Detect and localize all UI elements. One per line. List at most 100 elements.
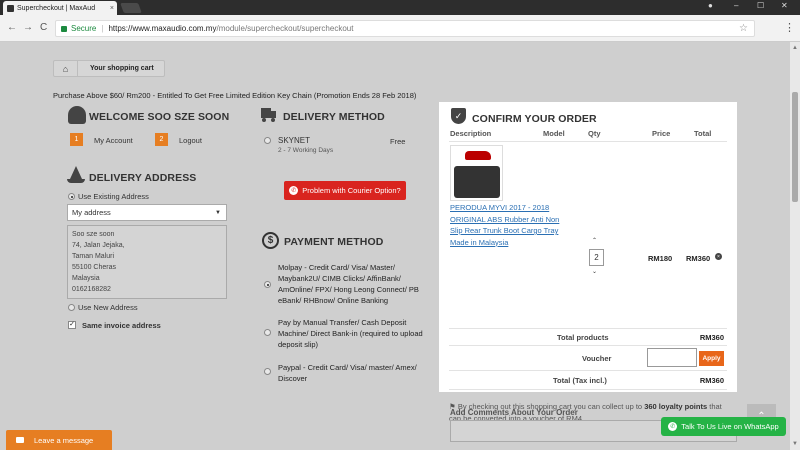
- promo-text: Purchase Above $60/ Rm200 - Entitled To …: [53, 91, 417, 100]
- comments-title: Add Comments About Your Order: [450, 408, 578, 417]
- browser-tabstrip: Supercheckout | MaxAud × ● – ☐ ✕: [0, 0, 800, 15]
- delivery-address-title: DELIVERY ADDRESS: [89, 172, 197, 184]
- paypal-radio[interactable]: [264, 368, 271, 375]
- account-number-badge: 1: [70, 133, 83, 146]
- whatsapp-chat-button[interactable]: ✆ Talk To Us Live on WhatsApp: [661, 417, 786, 436]
- divider: [449, 389, 727, 390]
- browser-menu-icon[interactable]: ⋮: [784, 21, 795, 34]
- scroll-up-icon[interactable]: ▲: [792, 45, 798, 51]
- total-products-label: Total products: [557, 333, 609, 342]
- scroll-thumb[interactable]: [792, 92, 798, 202]
- carrier-price: Free: [390, 137, 406, 146]
- skynet-radio[interactable]: [264, 137, 271, 144]
- breadcrumb-current: Your shopping cart: [90, 65, 154, 72]
- maximize-button[interactable]: ☐: [757, 1, 764, 10]
- back-icon[interactable]: ←: [7, 22, 17, 33]
- product-image[interactable]: [450, 145, 503, 201]
- bookmark-star-icon[interactable]: ☆: [739, 23, 748, 34]
- browser-tab[interactable]: Supercheckout | MaxAud ×: [3, 1, 117, 15]
- whatsapp-icon: ✆: [289, 186, 299, 195]
- cargo-tray-image: [454, 166, 500, 198]
- delivery-method-title: DELIVERY METHOD: [283, 111, 385, 123]
- lock-icon: [61, 25, 67, 32]
- address-line: 55100 Cheras: [72, 264, 116, 271]
- address-line: 0162168282: [72, 286, 111, 293]
- remove-item-icon[interactable]: ×: [715, 253, 722, 260]
- courier-problem-button[interactable]: ✆ Problem with Courier Option?: [284, 181, 406, 200]
- total-tax-label: Total (Tax incl.): [553, 376, 607, 385]
- divider: [449, 328, 727, 329]
- ship-icon: [67, 166, 85, 184]
- qty-decrease-icon[interactable]: ⌄: [592, 268, 597, 275]
- confirm-order-title: CONFIRM YOUR ORDER: [472, 113, 597, 125]
- dollar-icon: $: [262, 232, 279, 249]
- secure-label: Secure: [71, 24, 97, 33]
- col-model: Model: [543, 129, 565, 138]
- page-scrollbar[interactable]: ▲ ▼: [790, 42, 800, 450]
- quantity-input[interactable]: 2: [589, 249, 604, 266]
- address-line: Malaysia: [72, 275, 100, 282]
- same-invoice-label: Same invoice address: [82, 321, 161, 330]
- col-qty: Qty: [588, 129, 601, 138]
- url-host: https://www.maxaudio.com.my: [108, 24, 217, 33]
- address-bar[interactable]: Secure | https://www.maxaudio.com.my /mo…: [55, 20, 755, 37]
- col-description: Description: [450, 129, 492, 138]
- unit-price: RM180: [648, 254, 673, 263]
- qty-increase-icon[interactable]: ⌃: [592, 237, 597, 244]
- leave-message-label: Leave a message: [34, 435, 94, 445]
- scroll-down-icon[interactable]: ▼: [792, 441, 798, 447]
- my-account-link[interactable]: My Account: [94, 136, 133, 145]
- minimize-button[interactable]: –: [734, 1, 738, 10]
- carrier-name: SKYNET: [278, 136, 311, 145]
- use-existing-address-radio[interactable]: [68, 193, 75, 200]
- loyalty-points: 360 loyalty points: [644, 402, 708, 411]
- chat-icon: [16, 437, 24, 443]
- tab-title: Supercheckout | MaxAud: [17, 4, 96, 12]
- address-preview: Soo sze soon 74, Jalan Jejaka, Taman Mal…: [67, 225, 227, 299]
- carrier-eta: 2 - 7 Working Days: [278, 147, 334, 154]
- address-line: 74, Jalan Jejaka,: [72, 242, 125, 249]
- address-line: Taman Maluri: [72, 253, 115, 260]
- chevron-down-icon: ▼: [215, 210, 221, 216]
- same-invoice-checkbox[interactable]: ✓: [68, 321, 76, 329]
- whatsapp-chat-label: Talk To Us Live on WhatsApp: [681, 422, 779, 431]
- new-tab-button[interactable]: [120, 3, 142, 13]
- confirm-order-panel: ✓ CONFIRM YOUR ORDER Description Model Q…: [439, 102, 737, 423]
- tab-close-icon[interactable]: ×: [110, 5, 114, 12]
- shield-check-icon: ✓: [451, 108, 466, 124]
- close-window-button[interactable]: ✕: [781, 1, 788, 10]
- use-new-address-label: Use New Address: [78, 303, 138, 312]
- courier-problem-label: Problem with Courier Option?: [302, 186, 401, 195]
- payment-method-title: PAYMENT METHOD: [284, 236, 384, 248]
- separator: |: [101, 24, 104, 33]
- leave-message-button[interactable]: Leave a message: [6, 430, 112, 450]
- apply-voucher-button[interactable]: Apply: [699, 351, 724, 366]
- breadcrumb: ⌂ Your shopping cart: [53, 60, 165, 77]
- address-select-value: My address: [72, 208, 111, 217]
- manual-transfer-label: Pay by Manual Transfer/ Cash Deposit Mac…: [278, 318, 423, 349]
- molpay-radio[interactable]: [264, 281, 271, 288]
- url-path: /module/supercheckout/supercheckout: [216, 24, 354, 33]
- manual-transfer-radio[interactable]: [264, 329, 271, 336]
- forward-icon[interactable]: →: [23, 22, 33, 33]
- browser-toolbar: ← → C Secure | https://www.maxaudio.com.…: [0, 15, 800, 42]
- use-existing-address-label: Use Existing Address: [78, 192, 149, 201]
- voucher-label: Voucher: [582, 354, 612, 363]
- home-icon[interactable]: ⌂: [54, 61, 78, 76]
- col-total: Total: [694, 129, 712, 138]
- car-image: [465, 151, 491, 160]
- address-select[interactable]: My address ▼: [67, 204, 227, 221]
- line-total: RM360: [686, 254, 711, 263]
- logout-number-badge: 2: [155, 133, 168, 146]
- checkout-page: ⌂ Your shopping cart Purchase Above $60/…: [0, 42, 790, 450]
- divider: [449, 141, 727, 142]
- total-products-value: RM360: [699, 333, 724, 342]
- molpay-label: Molpay - Credit Card/ Visa/ Master/ Mayb…: [278, 263, 419, 305]
- paypal-label: Paypal - Credit Card/ Visa/ master/ Amex…: [278, 363, 417, 383]
- profile-icon[interactable]: ●: [708, 1, 713, 10]
- use-new-address-radio[interactable]: [68, 304, 75, 311]
- product-name-link[interactable]: PERODUA MYVI 2017 - 2018 ORIGINAL ABS Ru…: [450, 202, 565, 248]
- reload-icon[interactable]: C: [40, 22, 47, 33]
- logout-link[interactable]: Logout: [179, 136, 202, 145]
- voucher-input[interactable]: [647, 348, 697, 367]
